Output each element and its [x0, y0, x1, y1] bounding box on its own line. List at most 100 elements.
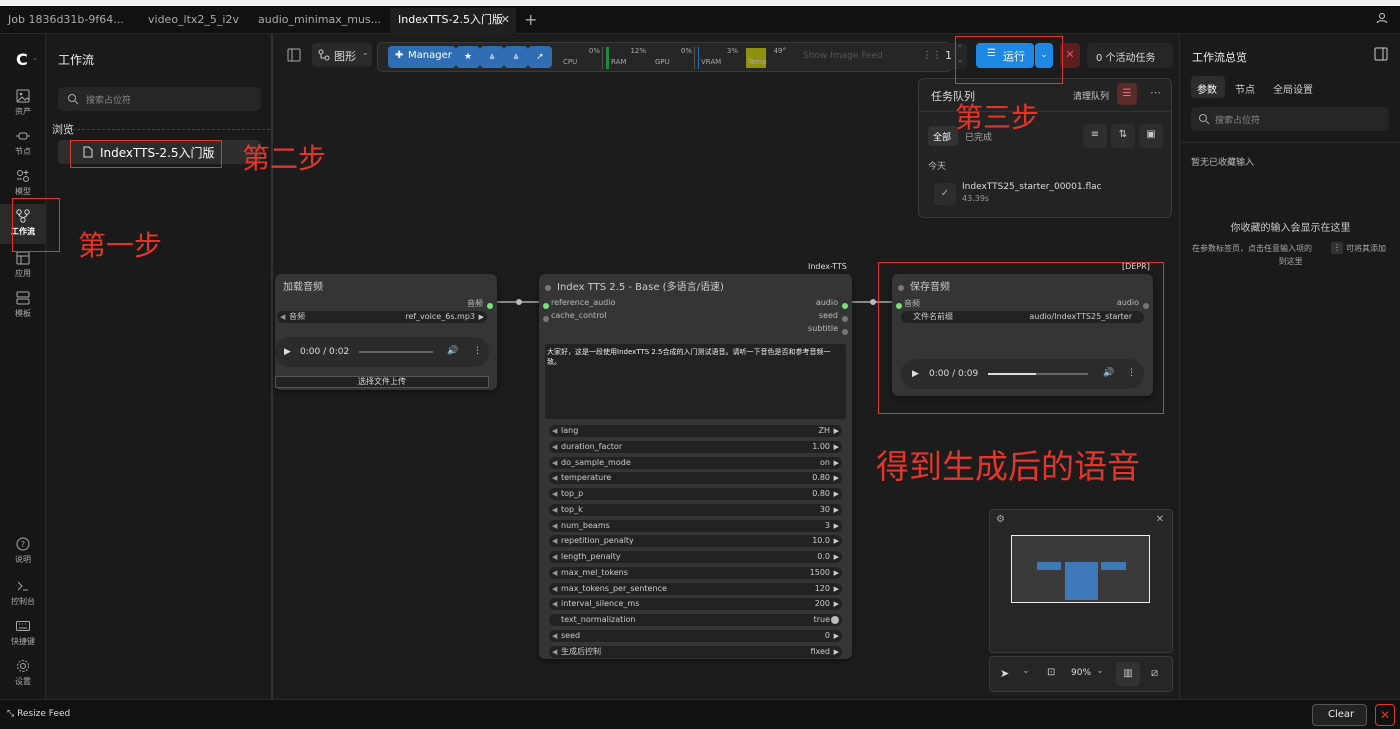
- rail-assets[interactable]: 资产: [0, 84, 46, 124]
- audio-player[interactable]: ▶ 0:00 / 0:02 🔊 ⋮: [275, 337, 489, 367]
- params-search-input[interactable]: 搜索占位符: [1191, 107, 1389, 131]
- arrow-left-icon[interactable]: ◀: [552, 520, 557, 532]
- arrow-left-icon[interactable]: ◀: [552, 425, 557, 437]
- input-label: cache_control: [551, 311, 607, 320]
- play-icon[interactable]: ▶: [284, 347, 291, 357]
- arrow-right-icon[interactable]: ▶: [834, 520, 839, 532]
- clear-button[interactable]: Clear: [1312, 704, 1367, 726]
- arrow-right-icon[interactable]: ▶: [834, 504, 839, 516]
- volume-icon[interactable]: 🔊: [447, 346, 458, 356]
- tab-global-settings[interactable]: 全局设置: [1273, 81, 1313, 96]
- more-icon[interactable]: ⋮: [473, 346, 482, 356]
- upload-button[interactable]: 选择文件上传: [275, 376, 489, 388]
- widget-num-beams[interactable]: ◀ num_beams 3 ▶: [549, 519, 842, 532]
- arrow-right-icon[interactable]: ▶: [834, 457, 839, 469]
- arrow-left-icon[interactable]: ◀: [552, 457, 557, 469]
- arrow-left-icon[interactable]: ◀: [280, 311, 285, 323]
- input-port[interactable]: [543, 299, 549, 312]
- rail-help[interactable]: ? 说明: [0, 532, 46, 572]
- widget--[interactable]: ◀ 生成后控制 fixed ▶: [549, 645, 842, 658]
- arrow-right-icon[interactable]: ▶: [834, 535, 839, 547]
- rail-console[interactable]: 控制台: [0, 574, 46, 614]
- widget-top-p[interactable]: ◀ top_p 0.80 ▶: [549, 488, 842, 500]
- widget-interval-silence-ms[interactable]: ◀ interval_silence_ms 200 ▶: [549, 598, 842, 611]
- rail-templates[interactable]: 模板: [0, 286, 46, 326]
- arrow-left-icon[interactable]: ◀: [552, 551, 557, 563]
- input-port[interactable]: [543, 312, 549, 325]
- arrow-right-icon[interactable]: ▶: [834, 567, 839, 579]
- output-port[interactable]: [842, 312, 848, 325]
- user-icon[interactable]: [1376, 12, 1388, 24]
- panel-toggle-icon[interactable]: [1374, 47, 1388, 61]
- tab-audio[interactable]: audio_minimax_mus...: [250, 8, 386, 34]
- resize-feed-button[interactable]: ⤡ Resize Feed: [7, 709, 70, 719]
- close-feed-icon[interactable]: ✕: [1375, 704, 1395, 726]
- tab-indextts[interactable]: IndexTTS-2.5入门版 ✕: [390, 8, 516, 34]
- widget-temperature[interactable]: ◀ temperature 0.80 ▶: [549, 472, 842, 485]
- widget-max-tokens-per-sentence[interactable]: ◀ max_tokens_per_sentence 120 ▶: [549, 582, 842, 595]
- tab-nodes[interactable]: 节点: [1235, 81, 1255, 96]
- widget-text-normalization[interactable]: text_normalization true: [549, 614, 842, 626]
- map-icon[interactable]: ▥: [1116, 662, 1140, 686]
- arrow-right-icon[interactable]: ▶: [834, 646, 839, 658]
- chevron-down-icon[interactable]: ⌄: [1022, 666, 1030, 676]
- arrow-right-icon[interactable]: ▶: [834, 630, 839, 642]
- widget-duration-factor[interactable]: ◀ duration_factor 1.00 ▶: [549, 440, 842, 453]
- new-tab-icon[interactable]: +: [524, 10, 537, 29]
- output-port[interactable]: [842, 299, 848, 312]
- rail-settings[interactable]: 设置: [0, 654, 46, 694]
- node-index-tts[interactable]: Index TTS 2.5 - Base (多语言/语速) reference_…: [539, 274, 852, 659]
- rail-apps[interactable]: 应用: [0, 246, 46, 286]
- tab-video[interactable]: video_ltx2_5_i2v: [140, 8, 248, 34]
- arrow-right-icon[interactable]: ▶: [479, 311, 484, 323]
- arrow-left-icon[interactable]: ◀: [552, 567, 557, 579]
- tab-job[interactable]: Job 1836d31b-9f64...: [0, 8, 138, 34]
- fit-view-icon[interactable]: ⊡: [1047, 667, 1055, 678]
- widget-seed[interactable]: ◀ seed 0 ▶: [549, 629, 842, 642]
- hide-links-icon[interactable]: ⧄: [1151, 666, 1158, 680]
- widget-max-mel-tokens[interactable]: ◀ max_mel_tokens 1500 ▶: [549, 566, 842, 579]
- close-icon[interactable]: ✕: [1156, 514, 1164, 525]
- minimap-viewport[interactable]: [1011, 535, 1150, 603]
- toggle-knob[interactable]: [831, 616, 839, 624]
- chevron-down-icon[interactable]: ⌄: [32, 54, 38, 62]
- output-port[interactable]: [487, 299, 493, 312]
- widget-top-k[interactable]: ◀ top_k 30 ▶: [549, 503, 842, 516]
- close-icon[interactable]: ✕: [501, 8, 510, 32]
- arrow-left-icon[interactable]: ◀: [552, 535, 557, 547]
- minimap-panel[interactable]: ⚙ ✕: [989, 509, 1173, 653]
- arrow-right-icon[interactable]: ▶: [834, 425, 839, 437]
- settings-sliders-icon[interactable]: ⚙: [996, 514, 1005, 525]
- text-input-area[interactable]: 大家好，这是一段使用IndexTTS 2.5合成的入门测试语音。请听一下音色是否…: [545, 344, 846, 419]
- arrow-left-icon[interactable]: ◀: [552, 646, 557, 658]
- widget-do-sample-mode[interactable]: ◀ do_sample_mode on ▶: [549, 456, 842, 469]
- arrow-right-icon[interactable]: ▶: [834, 488, 839, 500]
- arrow-left-icon[interactable]: ◀: [552, 598, 557, 610]
- arrow-left-icon[interactable]: ◀: [552, 441, 557, 453]
- widget-lang[interactable]: ◀ lang ZH ▶: [549, 425, 842, 437]
- arrow-right-icon[interactable]: ▶: [834, 598, 839, 610]
- arrow-right-icon[interactable]: ▶: [834, 583, 839, 595]
- arrow-right-icon[interactable]: ▶: [834, 472, 839, 484]
- arrow-left-icon[interactable]: ◀: [552, 583, 557, 595]
- output-port[interactable]: [842, 325, 848, 338]
- widget-repetition-penalty[interactable]: ◀ repetition_penalty 10.0 ▶: [549, 535, 842, 548]
- arrow-right-icon[interactable]: ▶: [834, 551, 839, 563]
- widget-length-penalty[interactable]: ◀ length_penalty 0.0 ▶: [549, 551, 842, 563]
- arrow-right-icon[interactable]: ▶: [834, 441, 839, 453]
- rail-shortcuts[interactable]: 快捷键: [0, 614, 46, 654]
- arrow-left-icon[interactable]: ◀: [552, 488, 557, 500]
- arrow-left-icon[interactable]: ◀: [552, 504, 557, 516]
- rail-nodes[interactable]: 节点: [0, 124, 46, 164]
- arrow-left-icon[interactable]: ◀: [552, 472, 557, 484]
- workflow-search-input[interactable]: 搜索占位符: [58, 87, 261, 111]
- tab-params[interactable]: 参数: [1191, 76, 1225, 98]
- node-load-audio[interactable]: 加载音频 音频 ◀ 音频 ref_voice_6s.mp3 ▶ ▶ 0:00 /…: [275, 274, 497, 390]
- arrow-left-icon[interactable]: ◀: [552, 630, 557, 642]
- progress-track[interactable]: [359, 351, 433, 353]
- node-title: 加载音频: [283, 282, 323, 293]
- chevron-down-icon[interactable]: ⌄: [1096, 666, 1104, 676]
- audio-file-widget[interactable]: ◀ 音频 ref_voice_6s.mp3 ▶: [277, 311, 487, 323]
- pointer-icon[interactable]: ➤: [1000, 667, 1009, 680]
- zoom-level[interactable]: 90%: [1071, 668, 1091, 678]
